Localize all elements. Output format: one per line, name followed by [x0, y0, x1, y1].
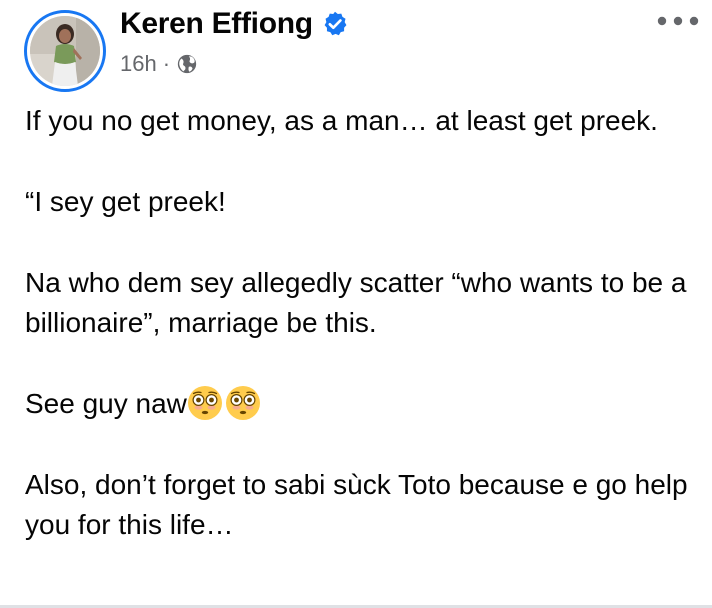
post-paragraph: Also, don’t forget to sabi sùck Toto bec… [25, 469, 688, 540]
author-row: Keren Effiong [120, 4, 349, 44]
author-name[interactable]: Keren Effiong [120, 7, 313, 41]
post-paragraph-text: See guy naw [25, 388, 187, 419]
verified-badge-icon [324, 11, 347, 36]
more-options-icon [657, 16, 699, 26]
flushed-face-emoji [225, 386, 260, 420]
post-paragraph: If you no get money, as a man… at least … [25, 105, 658, 136]
post-paragraph-with-emoji: See guy naw [25, 384, 695, 424]
post-paragraph: Na who dem sey allegedly scatter “who wa… [25, 267, 687, 338]
post-timestamp[interactable]: 16h [120, 51, 157, 77]
flushed-face-emoji [187, 386, 222, 420]
post-meta: 16h · [120, 48, 198, 80]
globe-icon[interactable] [176, 53, 198, 75]
profile-photo [30, 16, 100, 86]
avatar[interactable] [24, 10, 106, 92]
facebook-post: Keren Effiong 16h · If you no get money,… [0, 0, 712, 608]
meta-separator: · [162, 51, 171, 76]
more-options-button[interactable] [654, 6, 702, 36]
post-text: If you no get money, as a man… at least … [25, 101, 695, 545]
post-paragraph: “I sey get preek! [25, 186, 226, 217]
